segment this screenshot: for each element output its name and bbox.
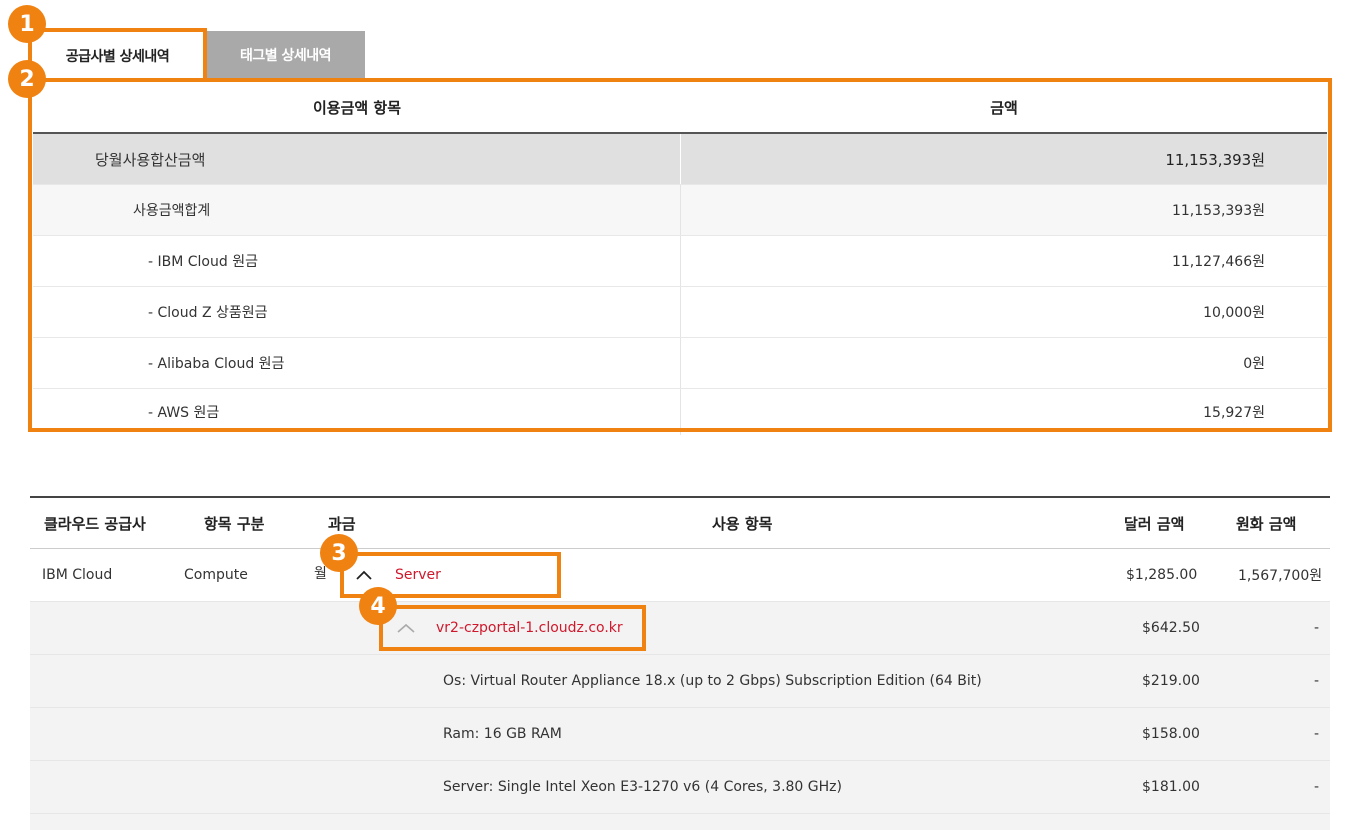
row-usage: Server: Single Intel Xeon E3-1270 v6 (4 … (443, 779, 842, 795)
row-krw: - (1314, 620, 1320, 636)
summary-row-label: - IBM Cloud 원금 (33, 236, 681, 286)
tab-by-provider[interactable]: 공급사별 상세내역 (30, 31, 204, 79)
row-krw: - (1314, 673, 1320, 689)
header-category: 항목 구분 (204, 514, 265, 533)
summary-header-amount: 금액 (990, 98, 1018, 117)
summary-row-label: - AWS 원금 (33, 389, 681, 435)
row-usage: Os: Virtual Router Appliance 18.x (up to… (443, 673, 982, 689)
row-usd: $181.00 (1142, 779, 1200, 795)
summary-header-item: 이용금액 항목 (312, 98, 402, 117)
summary-row-amount: 11,127,466원 (1171, 254, 1265, 270)
row-provider: IBM Cloud (42, 567, 113, 583)
chevron-up-icon[interactable] (396, 602, 416, 654)
summary-row-label: - Cloud Z 상품원금 (33, 287, 681, 337)
header-usd: 달러 금액 (1124, 514, 1185, 533)
detail-row-ram: Ram: 16 GB RAM $158.00 - (30, 708, 1330, 761)
summary-header-row: 이용금액 항목 금액 (33, 82, 1327, 134)
summary-row-monthly-total: 당월사용합산금액 11,153,393원 (33, 134, 1327, 185)
header-provider: 클라우드 공급사 (44, 514, 146, 533)
tab-by-tag[interactable]: 태그별 상세내역 (206, 31, 365, 79)
summary-row-amount: 15,927원 (1203, 405, 1265, 421)
step-badge-4: 4 (359, 587, 397, 625)
row-krw: - (1314, 726, 1320, 742)
summary-row-amount: 11,153,393원 (1171, 203, 1265, 219)
detail-row-os: Os: Virtual Router Appliance 18.x (up to… (30, 655, 1330, 708)
summary-row-label: 당월사용합산금액 (33, 134, 681, 184)
tab-by-tag-label: 태그별 상세내역 (239, 48, 332, 64)
tab-by-provider-label: 공급사별 상세내역 (65, 48, 170, 65)
detail-row-server: IBM Cloud Compute 월 Server $1,285.00 1,5… (30, 549, 1330, 602)
summary-row-usage-total: 사용금액합계 11,153,393원 (33, 185, 1327, 236)
summary-row-amount: 0원 (1243, 356, 1265, 372)
row-usage: Ram: 16 GB RAM (443, 726, 562, 742)
step-badge-1: 1 (8, 5, 46, 43)
summary-row-label: - Alibaba Cloud 원금 (33, 338, 681, 388)
summary-row-aws: - AWS 원금 15,927원 (33, 389, 1327, 435)
row-usd: $158.00 (1142, 726, 1200, 742)
row-usd: $1,285.00 (1126, 567, 1198, 583)
step-badge-3: 3 (320, 534, 358, 572)
summary-row-ibm: - IBM Cloud 원금 11,127,466원 (33, 236, 1327, 287)
usage-summary-table: 이용금액 항목 금액 당월사용합산금액 11,153,393원 사용금액합계 1… (33, 82, 1327, 435)
detail-row-host: vr2-czportal-1.cloudz.co.kr $642.50 - (30, 602, 1330, 655)
summary-row-label: 사용금액합계 (33, 185, 681, 235)
summary-row-amount: 11,153,393원 (1165, 150, 1265, 169)
usage-link-host[interactable]: vr2-czportal-1.cloudz.co.kr (436, 602, 623, 654)
detail-row-cpu: Server: Single Intel Xeon E3-1270 v6 (4 … (30, 761, 1330, 814)
row-usd: $642.50 (1142, 620, 1200, 636)
row-category: Compute (184, 567, 248, 583)
detail-row-partial (30, 814, 1330, 830)
detail-header-row: 클라우드 공급사 항목 구분 과금 사용 항목 달러 금액 원화 금액 (30, 498, 1330, 549)
row-krw: - (1314, 779, 1320, 795)
header-krw: 원화 금액 (1236, 514, 1297, 533)
usage-detail-table: 클라우드 공급사 항목 구분 과금 사용 항목 달러 금액 원화 금액 IBM … (30, 496, 1330, 830)
summary-row-alibaba: - Alibaba Cloud 원금 0원 (33, 338, 1327, 389)
usage-link-server[interactable]: Server (395, 549, 441, 601)
summary-row-cloudz: - Cloud Z 상품원금 10,000원 (33, 287, 1327, 338)
row-usd: $219.00 (1142, 673, 1200, 689)
step-badge-2: 2 (8, 60, 46, 98)
header-usage: 사용 항목 (712, 514, 773, 533)
summary-row-amount: 10,000원 (1203, 305, 1265, 321)
row-krw: 1,567,700원 (1238, 568, 1323, 584)
